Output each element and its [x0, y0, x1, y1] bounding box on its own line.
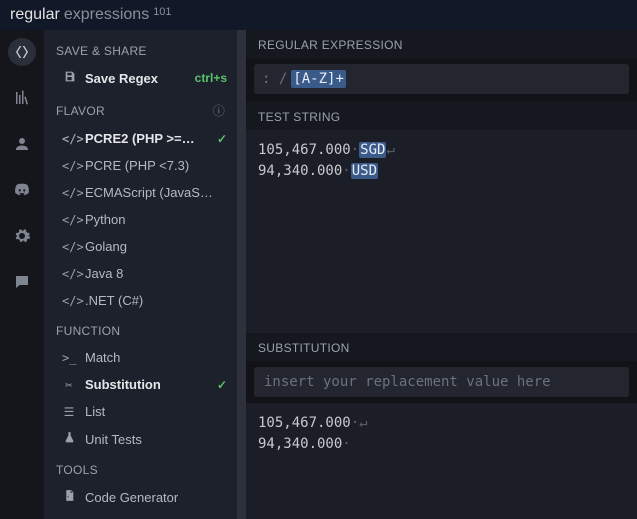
space-marker: ·	[351, 415, 359, 431]
code-icon: </>	[62, 213, 76, 227]
test-line-1-match: SGD	[359, 142, 386, 158]
scissors-icon: ✂	[62, 378, 76, 392]
lf-marker: ↵	[386, 142, 394, 158]
save-icon	[62, 70, 76, 86]
pane-sub-header: SUBSTITUTION	[246, 333, 637, 361]
fn-substitution[interactable]: ✂ Substitution ✓	[44, 371, 237, 398]
flavor-python-label: Python	[85, 212, 227, 227]
regex-pattern: [A-Z]+	[291, 70, 346, 88]
pane-test-header: TEST STRING	[246, 102, 637, 130]
regex-input[interactable]: : / [A-Z]+	[254, 64, 629, 94]
rail-chat-icon[interactable]	[8, 268, 36, 296]
code-icon: </>	[62, 267, 76, 281]
flavor-java8[interactable]: </> Java 8	[44, 260, 237, 287]
flavor-pcre[interactable]: </> PCRE (PHP <7.3)	[44, 152, 237, 179]
space-marker: ·	[351, 142, 359, 158]
prompt-icon: >_	[62, 351, 76, 365]
sidebar-resize-handle[interactable]	[237, 30, 246, 519]
test-line-2-pre: 94,340.000	[258, 163, 342, 179]
flavor-pcre-label: PCRE (PHP <7.3)	[85, 158, 227, 173]
flavor-pcre2[interactable]: </> PCRE2 (PHP >=… ✓	[44, 125, 237, 152]
rail-regex-icon[interactable]	[8, 38, 36, 66]
flavor-java8-label: Java 8	[85, 266, 227, 281]
tool-codegen-label: Code Generator	[85, 490, 227, 505]
fn-substitution-label: Substitution	[85, 377, 208, 392]
fn-match[interactable]: >_ Match	[44, 344, 237, 371]
flavor-dotnet-label: .NET (C#)	[85, 293, 227, 308]
substitution-output: 105,467.000·↵ 94,340.000·	[246, 403, 637, 519]
flask-icon	[62, 431, 76, 447]
brand-num: 101	[153, 6, 171, 18]
test-string-input[interactable]: 105,467.000·SGD↵ 94,340.000·USD	[246, 130, 637, 333]
tool-codegen[interactable]: Code Generator	[44, 483, 237, 511]
sidebar: SAVE & SHARE Save Regex ctrl+s FLAVOR ⓘ …	[44, 30, 237, 519]
fn-match-label: Match	[85, 350, 227, 365]
section-save-share: SAVE & SHARE	[44, 34, 237, 64]
flavor-python[interactable]: </> Python	[44, 206, 237, 233]
check-icon: ✓	[217, 378, 227, 392]
section-function-label: FUNCTION	[56, 324, 120, 338]
section-tools: TOOLS	[44, 453, 237, 483]
code-icon: </>	[62, 294, 76, 308]
fn-list-label: List	[85, 404, 227, 419]
lf-marker: ↵	[359, 415, 367, 431]
rail-discord-icon[interactable]	[8, 176, 36, 204]
save-regex-label: Save Regex	[85, 71, 186, 86]
fn-unit-tests[interactable]: Unit Tests	[44, 425, 237, 453]
fn-list[interactable]: ☰ List	[44, 398, 237, 425]
main: REGULAR EXPRESSION : / [A-Z]+ TEST STRIN…	[246, 30, 637, 519]
code-icon: </>	[62, 159, 76, 173]
code-icon: </>	[62, 240, 76, 254]
section-function: FUNCTION	[44, 314, 237, 344]
flavor-pcre2-label: PCRE2 (PHP >=…	[85, 131, 208, 146]
space-marker: ·	[342, 163, 350, 179]
flavor-ecmascript-label: ECMAScript (JavaS…	[85, 185, 227, 200]
brand-suffix: expressions	[64, 6, 149, 24]
list-icon: ☰	[62, 405, 76, 419]
regex-delim: : /	[262, 71, 287, 87]
rail-account-icon[interactable]	[8, 130, 36, 158]
space-marker: ·	[342, 436, 350, 452]
brand-prefix: regular	[10, 6, 60, 24]
nav-rail	[0, 30, 44, 519]
flavor-help-icon[interactable]: ⓘ	[213, 102, 225, 119]
rail-settings-icon[interactable]	[8, 222, 36, 250]
test-line-2-match: USD	[351, 163, 378, 179]
flavor-golang-label: Golang	[85, 239, 227, 254]
file-code-icon	[62, 489, 76, 505]
save-regex-shortcut: ctrl+s	[195, 71, 227, 85]
test-line-1-pre: 105,467.000	[258, 142, 351, 158]
code-icon: </>	[62, 132, 76, 146]
sub-out-1: 105,467.000	[258, 415, 351, 431]
substitution-input[interactable]: insert your replacement value here	[254, 367, 629, 397]
fn-unit-tests-label: Unit Tests	[85, 432, 227, 447]
rail-library-icon[interactable]	[8, 84, 36, 112]
pane-regex-header: REGULAR EXPRESSION	[246, 30, 637, 58]
substitution-placeholder: insert your replacement value here	[264, 374, 551, 390]
flavor-ecmascript[interactable]: </> ECMAScript (JavaS…	[44, 179, 237, 206]
topbar: regular expressions 101	[0, 0, 637, 30]
section-tools-label: TOOLS	[56, 463, 98, 477]
section-flavor-label: FLAVOR	[56, 104, 105, 118]
flavor-dotnet[interactable]: </> .NET (C#)	[44, 287, 237, 314]
flavor-golang[interactable]: </> Golang	[44, 233, 237, 260]
section-flavor: FLAVOR ⓘ	[44, 92, 237, 125]
save-regex-button[interactable]: Save Regex ctrl+s	[44, 64, 237, 92]
section-save-share-label: SAVE & SHARE	[56, 44, 147, 58]
code-icon: </>	[62, 186, 76, 200]
sub-out-2: 94,340.000	[258, 436, 342, 452]
check-icon: ✓	[217, 132, 227, 146]
